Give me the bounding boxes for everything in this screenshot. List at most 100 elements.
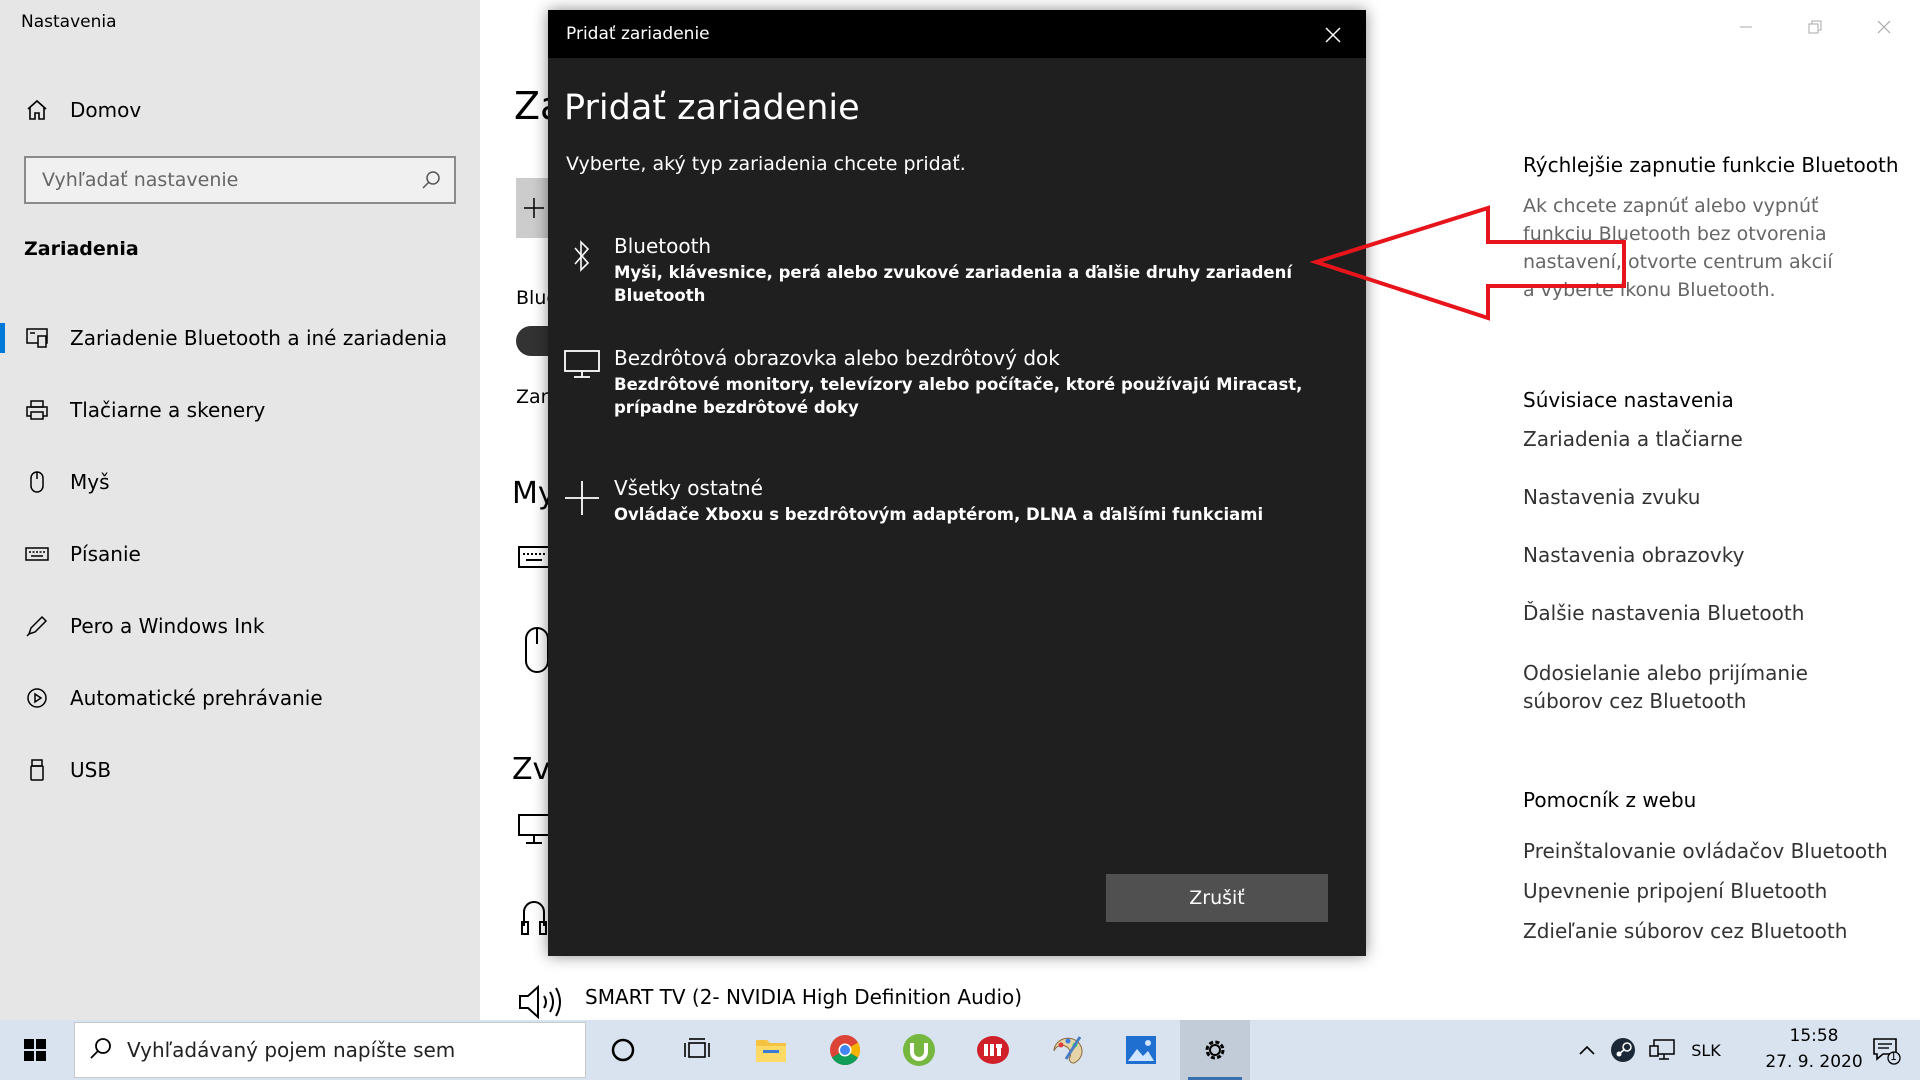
tray-network[interactable] <box>1644 1020 1680 1080</box>
dialog-close-button[interactable] <box>1320 22 1346 48</box>
option-desc: Bezdrôtové monitory, televízory alebo po… <box>614 375 1303 417</box>
tray-overflow-button[interactable] <box>1572 1020 1602 1080</box>
mouse-device-icon <box>524 626 550 678</box>
red-app-icon <box>977 1036 1009 1064</box>
devices-label-fragment: Zar <box>516 386 549 408</box>
keyboard-device-icon <box>518 544 550 574</box>
minimize-button[interactable] <box>1726 14 1766 40</box>
add-device-dialog: Pridať zariadenie Pridať zariadenie Vybe… <box>548 10 1366 956</box>
action-center-button[interactable]: 1 <box>1858 1020 1914 1080</box>
link-reinstall-drivers[interactable]: Preinštalovanie ovládačov Bluetooth <box>1523 839 1888 863</box>
input-language[interactable]: SLK <box>1684 1020 1728 1080</box>
link-fix-connections[interactable]: Upevnenie pripojení Bluetooth <box>1523 879 1827 903</box>
taskbar-paint[interactable] <box>1032 1020 1102 1080</box>
dialog-titlebar-text: Pridať zariadenie <box>566 24 710 44</box>
taskbar-photos[interactable] <box>1106 1020 1176 1080</box>
steam-icon <box>1611 1038 1635 1062</box>
link-share-files[interactable]: Zdieľanie súborov cez Bluetooth <box>1523 919 1847 943</box>
search-icon <box>89 1036 113 1065</box>
utorrent-icon <box>903 1034 935 1066</box>
clock-time[interactable]: 15:58 <box>1764 1026 1864 1046</box>
sidebar-item-mouse[interactable]: Myš <box>0 459 480 505</box>
taskbar-chrome[interactable] <box>810 1020 880 1080</box>
link-devices-printers[interactable]: Zariadenia a tlačiarne <box>1523 427 1743 451</box>
bluetooth-toggle[interactable] <box>516 326 552 356</box>
restore-button[interactable] <box>1795 14 1835 40</box>
option-desc: Ovládače Xboxu s bezdrôtovým adaptérom, … <box>614 505 1264 524</box>
settings-search-box[interactable] <box>24 156 456 204</box>
option-title: Všetky ostatné <box>614 476 763 500</box>
mouse-icon <box>24 469 50 495</box>
task-view-icon <box>684 1038 710 1058</box>
clock-date[interactable]: 27. 9. 2020 <box>1764 1052 1864 1072</box>
sidebar-item-label: USB <box>70 758 112 782</box>
close-icon <box>1325 27 1341 43</box>
sidebar-item-label: Pero a Windows Ink <box>70 614 265 638</box>
related-settings-title: Súvisiace nastavenia <box>1523 388 1734 412</box>
sidebar-item-label: Tlačiarne a skenery <box>70 398 266 422</box>
home-icon <box>24 97 50 123</box>
link-send-receive-files[interactable]: Odosielanie alebo prijímanie súborov cez… <box>1523 659 1883 715</box>
close-icon <box>1877 20 1891 34</box>
paint-icon <box>1053 1036 1083 1064</box>
sidebar <box>0 0 480 1020</box>
cancel-button[interactable]: Zrušiť <box>1106 874 1328 922</box>
sidebar-item-label: Myš <box>70 470 110 494</box>
sidebar-item-label: Písanie <box>70 542 141 566</box>
sidebar-item-printers[interactable]: Tlačiarne a skenery <box>0 387 480 433</box>
option-bluetooth[interactable]: Bluetooth Myši, klávesnice, perá alebo z… <box>548 220 1366 305</box>
cortana-button[interactable] <box>588 1020 658 1080</box>
file-explorer-icon <box>756 1040 786 1062</box>
usb-icon <box>24 757 50 783</box>
tray-steam[interactable] <box>1606 1020 1640 1080</box>
monitor-icon <box>562 344 602 384</box>
quick-bluetooth-title: Rýchlejšie zapnutie funkcie Bluetooth <box>1523 153 1899 177</box>
search-icon <box>420 169 442 195</box>
link-more-bluetooth[interactable]: Ďalšie nastavenia Bluetooth <box>1523 601 1804 625</box>
sidebar-item-label: Automatické prehrávanie <box>70 686 323 710</box>
sidebar-item-pen[interactable]: Pero a Windows Ink <box>0 603 480 649</box>
taskbar: Vyhľadávaný pojem napíšte sem SLK 15:58 … <box>0 1020 1920 1080</box>
add-device-button-bg[interactable] <box>516 178 552 238</box>
home-nav-item[interactable]: Domov <box>24 95 424 125</box>
dialog-heading: Pridať zariadenie <box>564 88 860 128</box>
home-label: Domov <box>70 98 142 122</box>
sidebar-item-usb[interactable]: USB <box>0 747 480 793</box>
option-title: Bezdrôtová obrazovka alebo bezdrôtový do… <box>614 346 1060 370</box>
close-window-button[interactable] <box>1864 14 1904 40</box>
taskbar-search-box[interactable]: Vyhľadávaný pojem napíšte sem <box>74 1022 586 1078</box>
headphones-device-icon <box>520 896 548 942</box>
sidebar-item-autoplay[interactable]: Automatické prehrávanie <box>0 675 480 721</box>
restore-icon <box>1808 20 1822 34</box>
photos-icon <box>1126 1036 1156 1064</box>
task-view-button[interactable] <box>662 1020 732 1080</box>
notification-count: 1 <box>1890 1050 1897 1063</box>
option-desc: Myši, klávesnice, perá alebo zvukové zar… <box>614 263 1292 305</box>
taskbar-search-placeholder: Vyhľadávaný pojem napíšte sem <box>127 1038 456 1062</box>
cortana-icon <box>611 1038 635 1062</box>
red-arrow-annotation <box>1310 205 1626 321</box>
bluetooth-icon <box>562 236 602 276</box>
settings-search-input[interactable] <box>40 168 410 192</box>
plus-icon <box>562 478 602 518</box>
sidebar-item-bluetooth[interactable]: Zariadenie Bluetooth a iné zariadenia <box>0 315 480 361</box>
chevron-up-icon <box>1579 1045 1595 1055</box>
gear-icon <box>1205 1040 1225 1060</box>
network-icon <box>1649 1039 1675 1060</box>
sidebar-item-typing[interactable]: Písanie <box>0 531 480 577</box>
taskbar-utorrent[interactable] <box>884 1020 954 1080</box>
bluetooth-devices-icon <box>24 325 50 351</box>
link-sound-settings[interactable]: Nastavenia zvuku <box>1523 485 1700 509</box>
speaker-device-icon <box>518 984 568 1024</box>
pen-icon <box>24 613 50 639</box>
option-everything-else[interactable]: Všetky ostatné Ovládače Xboxu s bezdrôto… <box>548 462 1366 542</box>
autoplay-icon <box>24 685 50 711</box>
taskbar-file-explorer[interactable] <box>736 1020 806 1080</box>
link-display-settings[interactable]: Nastavenia obrazovky <box>1523 543 1744 567</box>
taskbar-settings[interactable] <box>1180 1020 1250 1080</box>
start-button[interactable] <box>0 1020 70 1080</box>
dialog-titlebar: Pridať zariadenie <box>548 10 1366 58</box>
app-title: Nastavenia <box>21 12 117 32</box>
option-wireless-display[interactable]: Bezdrôtová obrazovka alebo bezdrôtový do… <box>548 332 1366 432</box>
taskbar-app-red[interactable] <box>958 1020 1028 1080</box>
